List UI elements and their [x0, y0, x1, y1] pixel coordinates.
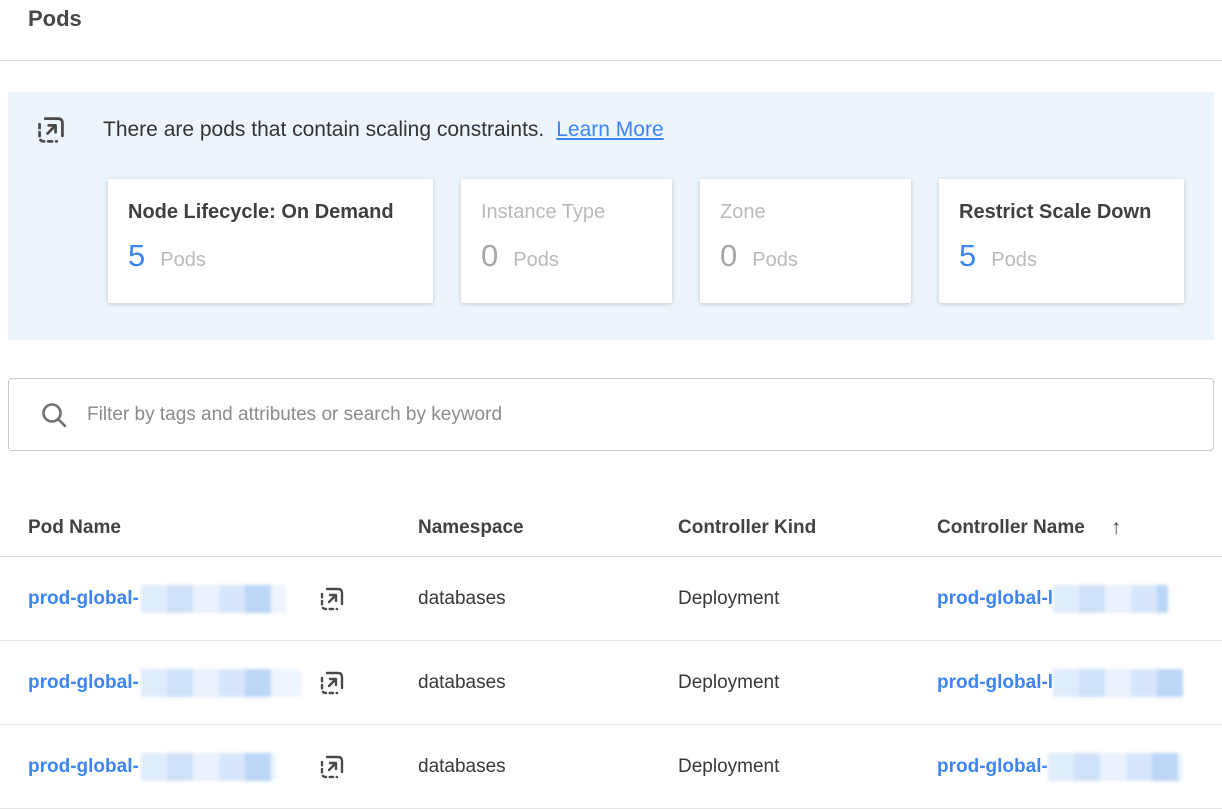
redacted-text: [141, 669, 301, 697]
table-row: prod-global- databases Deployment prod-g…: [0, 641, 1222, 725]
learn-more-link[interactable]: Learn More: [556, 118, 663, 142]
controller-kind-cell: Deployment: [678, 672, 937, 694]
card-count: 0: [720, 240, 737, 271]
card-restrict-scale-down[interactable]: Restrict Scale Down 5 Pods: [939, 179, 1184, 303]
card-unit: Pods: [513, 249, 559, 272]
scale-out-icon: [318, 585, 346, 613]
pod-name-link[interactable]: prod-global-: [28, 672, 139, 694]
table-row: prod-global- databases Deployment prod-g…: [0, 557, 1222, 641]
card-instance-type: Instance Type 0 Pods: [461, 179, 672, 303]
namespace-cell: databases: [418, 672, 678, 694]
controller-kind-cell: Deployment: [678, 756, 937, 778]
column-header-controller-kind[interactable]: Controller Kind: [678, 517, 937, 539]
search-icon: [39, 400, 69, 430]
scale-out-icon: [35, 114, 67, 146]
column-header-label: Controller Name: [937, 517, 1085, 539]
card-count: 0: [481, 240, 498, 271]
table-header-row: Pod Name Namespace Controller Kind Contr…: [0, 500, 1222, 557]
namespace-cell: databases: [418, 588, 678, 610]
namespace-cell: databases: [418, 756, 678, 778]
card-node-lifecycle[interactable]: Node Lifecycle: On Demand 5 Pods: [108, 179, 433, 303]
controller-name-link[interactable]: prod-global-l: [937, 588, 1053, 610]
card-unit: Pods: [752, 249, 798, 272]
scale-out-icon: [318, 753, 346, 781]
card-unit: Pods: [160, 249, 206, 272]
page-title: Pods: [28, 6, 82, 32]
card-title: Node Lifecycle: On Demand: [128, 201, 413, 224]
card-title: Restrict Scale Down: [959, 201, 1164, 224]
card-count: 5: [959, 240, 976, 271]
card-count: 5: [128, 240, 145, 271]
controller-name-link[interactable]: prod-global-: [937, 756, 1048, 778]
card-title: Instance Type: [481, 201, 652, 224]
pods-table: Pod Name Namespace Controller Kind Contr…: [0, 500, 1222, 809]
pod-name-link[interactable]: prod-global-: [28, 588, 139, 610]
controller-name-link[interactable]: prod-global-l: [937, 672, 1053, 694]
sort-asc-icon: ↑: [1111, 516, 1122, 540]
pod-name-link[interactable]: prod-global-: [28, 756, 139, 778]
constraint-cards: Node Lifecycle: On Demand 5 Pods Instanc…: [108, 179, 1184, 303]
header-divider: [0, 60, 1222, 61]
column-header-namespace[interactable]: Namespace: [418, 517, 678, 539]
redacted-text: [1048, 753, 1183, 781]
table-row: prod-global- databases Deployment prod-g…: [0, 725, 1222, 809]
search-input[interactable]: [85, 403, 1189, 427]
banner-message: There are pods that contain scaling cons…: [103, 118, 544, 142]
redacted-text: [1053, 669, 1183, 697]
scaling-constraints-banner: There are pods that contain scaling cons…: [8, 92, 1214, 340]
card-title: Zone: [720, 201, 891, 224]
controller-kind-cell: Deployment: [678, 588, 937, 610]
redacted-text: [141, 753, 276, 781]
scale-out-icon: [318, 669, 346, 697]
redacted-text: [141, 585, 286, 613]
card-unit: Pods: [991, 249, 1037, 272]
card-zone: Zone 0 Pods: [700, 179, 911, 303]
column-header-pod-name[interactable]: Pod Name: [28, 517, 418, 539]
filter-search-box[interactable]: [8, 378, 1214, 451]
column-header-controller-name[interactable]: Controller Name ↑: [937, 516, 1222, 540]
redacted-text: [1053, 585, 1168, 613]
